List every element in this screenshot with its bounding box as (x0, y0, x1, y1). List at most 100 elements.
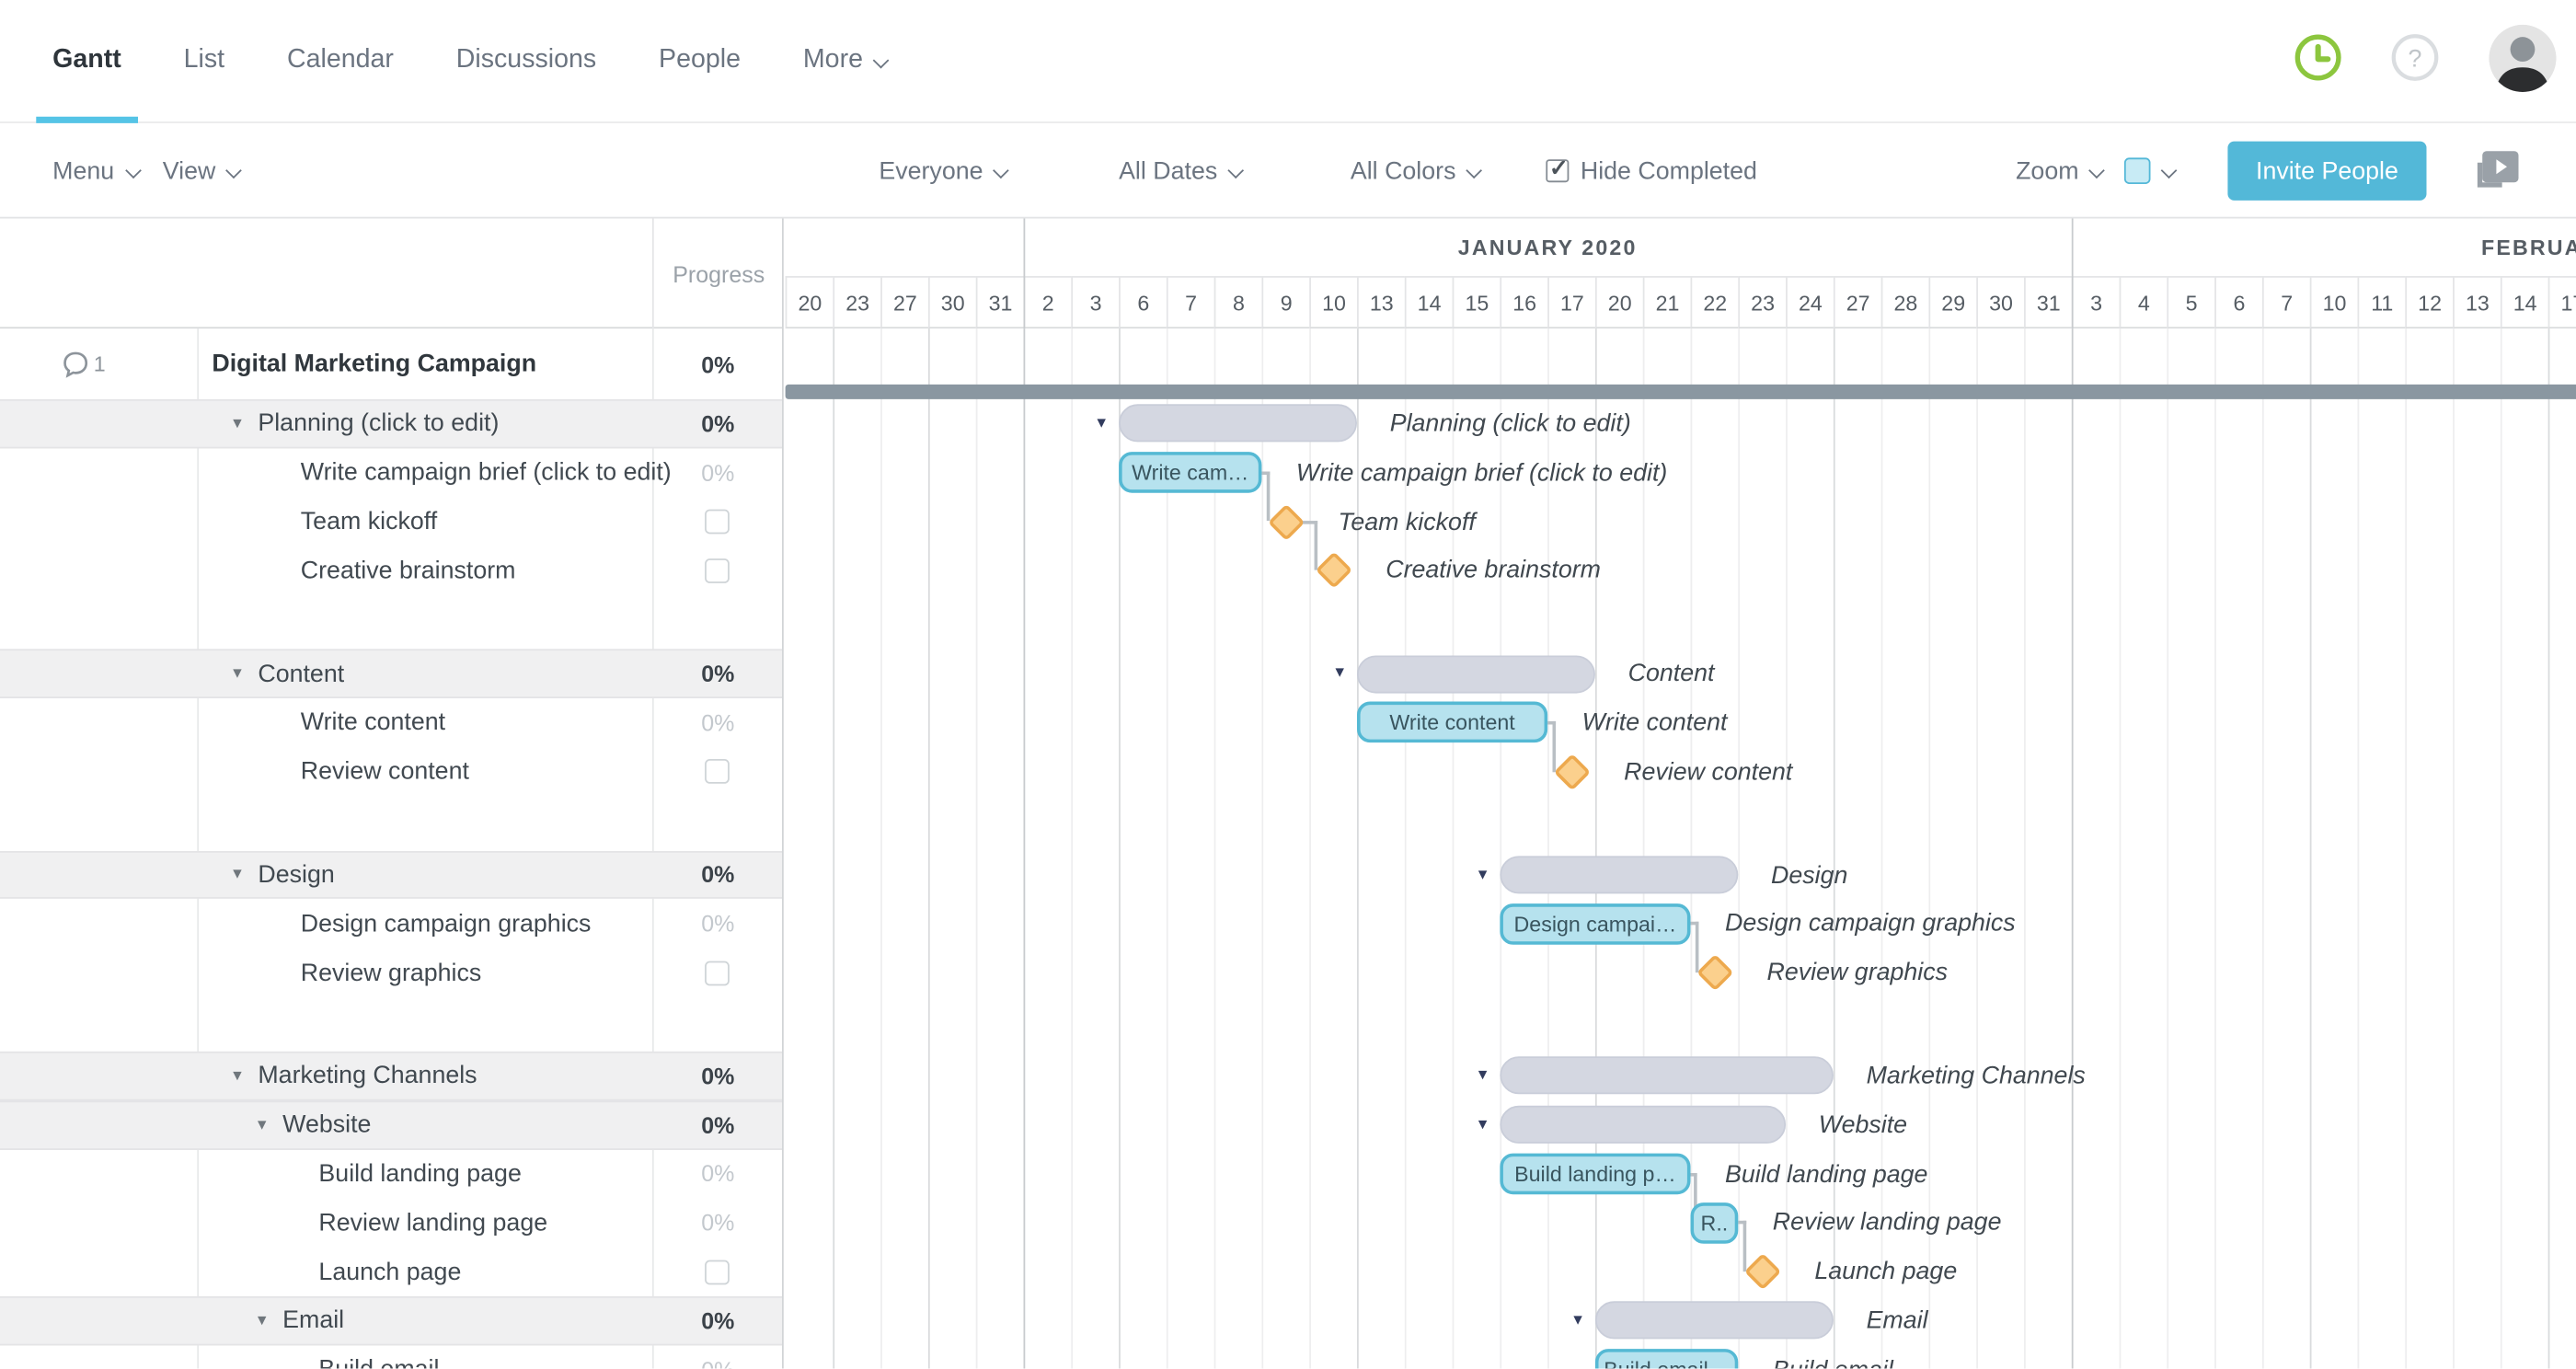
milestone-diamond[interactable] (1552, 753, 1591, 790)
task-row[interactable]: Team kickoff (0, 497, 782, 546)
tab-calendar[interactable]: Calendar (287, 0, 394, 122)
milestone-checkbox[interactable] (705, 558, 730, 583)
help-icon[interactable]: ? (2390, 33, 2440, 90)
menu-dropdown[interactable]: Menu (52, 123, 142, 219)
task-name[interactable]: Team kickoff (301, 508, 437, 535)
task-row[interactable]: Review landing page 0% (0, 1198, 782, 1247)
task-row[interactable]: Write campaign brief (click to edit) 0% (0, 448, 782, 497)
task-name[interactable]: Creative brainstorm (301, 557, 516, 584)
collapse-caret-icon[interactable]: ▼ (230, 415, 245, 431)
comment-count-badge[interactable]: 1 (63, 351, 106, 377)
task-row[interactable]: ▼ Content 0% (0, 649, 782, 698)
milestone-diamond[interactable] (1314, 551, 1352, 590)
color-swatch[interactable] (2123, 157, 2151, 184)
tab-gantt[interactable]: Gantt (36, 0, 138, 123)
collapse-caret-icon[interactable]: ▼ (1476, 865, 1490, 881)
milestone-diamond[interactable] (1696, 954, 1733, 992)
task-bar[interactable]: R.. (1690, 1202, 1739, 1244)
dependency-connector (1314, 520, 1318, 571)
task-bar[interactable]: Write cam… (1119, 452, 1262, 494)
milestone-checkbox[interactable] (705, 960, 730, 985)
chevron-down-icon (2160, 161, 2178, 178)
zoom-dropdown[interactable]: Zoom (2016, 123, 2106, 219)
hide-completed-toggle[interactable]: Hide Completed (1546, 123, 1757, 219)
task-bar[interactable]: Write content (1356, 702, 1548, 743)
task-row[interactable]: Review content (0, 747, 782, 796)
task-name[interactable]: Write campaign brief (click to edit) (301, 459, 672, 487)
milestone-diamond[interactable] (1742, 1253, 1781, 1291)
task-name[interactable]: Design (258, 861, 334, 889)
milestone-checkbox[interactable] (705, 759, 730, 785)
bar-label: Review graphics (1766, 959, 1949, 987)
task-name[interactable]: Build email (318, 1356, 439, 1369)
task-row[interactable]: ▼ Design 0% (0, 850, 782, 900)
collapse-caret-icon[interactable]: ▼ (255, 1116, 270, 1133)
collapse-caret-icon[interactable]: ▼ (230, 664, 245, 681)
task-bar[interactable]: Build landing p… (1500, 1153, 1691, 1195)
view-dropdown[interactable]: View (163, 123, 243, 219)
tab-discussions[interactable]: Discussions (456, 0, 596, 122)
tab-list[interactable]: List (184, 0, 224, 122)
task-row[interactable]: Write content 0% (0, 698, 782, 747)
task-name[interactable]: Email (282, 1306, 344, 1334)
task-row[interactable]: Build email 0% (0, 1345, 782, 1369)
milestone-diamond[interactable] (1267, 502, 1305, 541)
color-picker-dropdown[interactable] (2123, 123, 2178, 219)
time-clock-icon[interactable] (2294, 33, 2343, 90)
task-name[interactable]: Launch page (318, 1258, 461, 1285)
task-name[interactable]: Review graphics (301, 959, 482, 986)
task-row[interactable]: Build landing page 0% (0, 1149, 782, 1198)
group-bar[interactable] (1356, 654, 1595, 693)
task-name[interactable]: Website (282, 1110, 371, 1138)
task-row[interactable]: ▼ Email 0% (0, 1295, 782, 1346)
collapse-caret-icon[interactable]: ▼ (1094, 414, 1109, 431)
task-name[interactable]: Digital Marketing Campaign (212, 350, 536, 377)
people-filter-dropdown[interactable]: Everyone (879, 123, 1010, 219)
collapse-caret-icon[interactable]: ▼ (255, 1312, 270, 1329)
collapse-caret-icon[interactable]: ▼ (1332, 664, 1347, 681)
group-bar[interactable] (1594, 1301, 1834, 1340)
collapse-caret-icon[interactable]: ▼ (1476, 1066, 1490, 1083)
dates-filter-dropdown[interactable]: All Dates (1119, 123, 1245, 219)
task-name[interactable]: Planning (click to edit) (258, 409, 499, 437)
task-row[interactable]: ▼ Planning (click to edit) 0% (0, 398, 782, 449)
milestone-checkbox[interactable] (705, 1259, 730, 1284)
task-row[interactable]: Review graphics (0, 949, 782, 997)
day-header-cell: 17 (1547, 275, 1595, 329)
group-bar[interactable] (1500, 1056, 1834, 1095)
group-bar[interactable] (1500, 1106, 1787, 1145)
video-tutorial-icon[interactable] (2474, 123, 2520, 219)
collapse-caret-icon[interactable]: ▼ (1476, 1115, 1490, 1132)
task-row[interactable]: ▼ Website 0% (0, 1100, 782, 1150)
task-bar[interactable]: Build email… (1594, 1349, 1739, 1369)
group-bar[interactable] (1119, 404, 1357, 443)
task-name[interactable]: Review landing page (318, 1209, 547, 1237)
task-bar[interactable]: Design campai… (1500, 903, 1691, 945)
collapse-caret-icon[interactable]: ▼ (230, 866, 245, 882)
task-row-inner: Creative brainstorm (0, 546, 782, 595)
task-name[interactable]: Build landing page (318, 1160, 521, 1188)
collapse-caret-icon[interactable]: ▼ (1570, 1311, 1585, 1328)
task-name[interactable]: Content (258, 660, 344, 687)
task-name[interactable]: Review content (301, 758, 469, 786)
task-row[interactable]: Creative brainstorm (0, 546, 782, 595)
project-summary-bar[interactable] (785, 384, 2576, 399)
task-row[interactable]: 1 Digital Marketing Campaign 0% (0, 328, 782, 399)
task-row[interactable]: ▼ Marketing Channels 0% (0, 1051, 782, 1101)
tab-more[interactable]: More (803, 0, 890, 122)
day-header-cell: 2 (1023, 275, 1072, 329)
progress-value: 0% (701, 1063, 735, 1089)
invite-people-button[interactable]: Invite People (2227, 141, 2427, 201)
task-name[interactable]: Design campaign graphics (301, 910, 592, 938)
group-bar[interactable] (1500, 856, 1739, 894)
task-row[interactable]: Launch page (0, 1248, 782, 1296)
tab-people[interactable]: People (659, 0, 741, 122)
colors-filter-dropdown[interactable]: All Colors (1351, 123, 1483, 219)
user-avatar[interactable] (2489, 23, 2557, 99)
task-name[interactable]: Marketing Channels (258, 1062, 477, 1089)
checkbox-checked-icon[interactable] (1546, 155, 1570, 183)
milestone-checkbox[interactable] (705, 509, 730, 535)
collapse-caret-icon[interactable]: ▼ (230, 1067, 245, 1084)
task-row[interactable]: Design campaign graphics 0% (0, 899, 782, 948)
task-name[interactable]: Write content (301, 708, 445, 736)
